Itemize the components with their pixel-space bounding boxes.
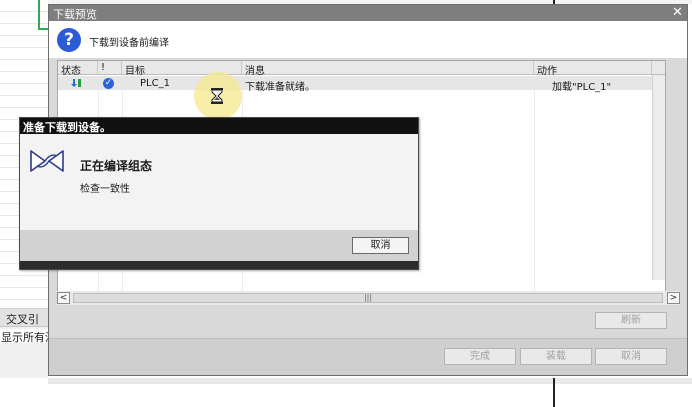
table-header: 状态 ! 目标 消息 动作 xyxy=(58,61,665,77)
vertical-scrollbar[interactable] xyxy=(652,75,665,280)
cancel-button[interactable]: 取消 xyxy=(595,348,667,365)
column-header-flag[interactable]: ! xyxy=(98,61,122,74)
column-header-status[interactable]: 状态 xyxy=(58,61,98,77)
column-divider xyxy=(534,90,535,295)
progress-body: 正在编译组态 检查一致性 xyxy=(20,134,418,230)
scroll-thumb[interactable]: ||| xyxy=(73,293,663,303)
hourglass-icon xyxy=(211,88,223,104)
cross-reference-panel: 交叉引用 显示所有涵 xyxy=(0,308,48,378)
row-action[interactable]: 加载"PLC_1" xyxy=(552,76,611,93)
scroll-left-button[interactable]: < xyxy=(57,292,70,304)
dialog-title-bar[interactable]: 下载预览 xyxy=(49,5,687,21)
progress-title-bar[interactable]: 准备下载到设备。 xyxy=(20,118,418,134)
table-row[interactable]: ✓ PLC_1 下载准备就绪。 加载"PLC_1" xyxy=(58,76,665,93)
background-connection-line xyxy=(38,0,40,30)
check-icon: ✓ xyxy=(103,78,114,89)
scroll-right-button[interactable]: > xyxy=(667,292,680,304)
progress-subtext: 检查一致性 xyxy=(80,184,130,195)
dialog-heading: 下载到设备前编译 xyxy=(89,38,169,49)
close-icon[interactable]: ✕ xyxy=(670,6,685,20)
refresh-button[interactable]: 刷新 xyxy=(595,312,667,329)
horizontal-scrollbar[interactable]: < ||| > xyxy=(57,291,680,305)
dialog-title: 下载预览 xyxy=(53,8,97,21)
progress-title: 准备下载到设备。 xyxy=(23,121,111,134)
cross-reference-show-all[interactable]: 显示所有涵 xyxy=(0,329,48,343)
dialog-header: ? 下载到设备前编译 xyxy=(49,21,687,58)
progress-bottom-border xyxy=(20,261,418,269)
tia-portal-logo-icon xyxy=(30,150,64,172)
progress-heading: 正在编译组态 xyxy=(80,159,153,173)
background-divider xyxy=(553,378,555,407)
cross-reference-tab[interactable]: 交叉引用 xyxy=(0,309,48,342)
dialog-footer: 完成 装载 取消 xyxy=(49,338,687,375)
finish-button[interactable]: 完成 xyxy=(444,348,516,365)
prepare-download-dialog: 准备下载到设备。 正在编译组态 检查一致性 取消 xyxy=(19,117,419,270)
row-message: 下载准备就绪。 xyxy=(245,82,315,93)
progress-cancel-button[interactable]: 取消 xyxy=(352,237,409,254)
row-target: PLC_1 xyxy=(140,78,170,89)
load-button[interactable]: 装载 xyxy=(520,348,592,365)
question-icon: ? xyxy=(57,28,81,52)
download-status-icon xyxy=(71,79,81,87)
column-header-message[interactable]: 消息 xyxy=(242,61,534,77)
column-header-action[interactable]: 动作 xyxy=(534,61,652,77)
background-bottom-strip xyxy=(48,378,692,384)
